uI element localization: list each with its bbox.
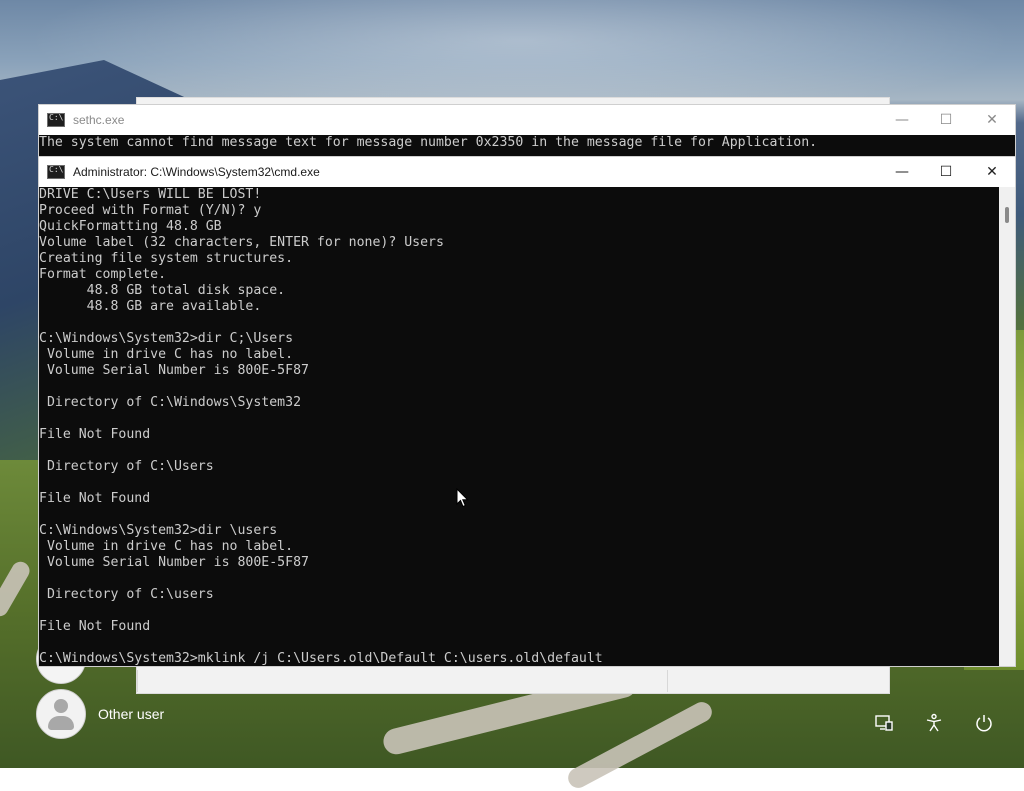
cmd-titlebar[interactable]: Administrator: C:\Windows\System32\cmd.e… xyxy=(39,157,1015,187)
console-line: Proceed with Format (Y/N)? y xyxy=(39,203,262,218)
accessibility-icon[interactable] xyxy=(924,713,944,733)
console-line: C:\Windows\System32>mklink /j C:\Users.o… xyxy=(39,651,603,666)
console-line: Creating file system structures. xyxy=(39,251,294,266)
panel-segment xyxy=(667,670,798,692)
console-output[interactable]: DRIVE C:\Users WILL BE LOST! Proceed with… xyxy=(39,187,999,666)
console-line: File Not Found xyxy=(39,491,151,506)
console-line: Volume in drive C has no label. xyxy=(39,347,294,362)
console-line: C:\Windows\System32>dir \users xyxy=(39,523,278,538)
console-line: 48.8 GB total disk space. xyxy=(39,283,286,298)
maximize-button[interactable]: ☐ xyxy=(923,105,969,135)
sethc-titlebar[interactable]: sethc.exe — ☐ ✕ xyxy=(39,105,1015,135)
maximize-button[interactable]: ☐ xyxy=(923,157,969,187)
minimize-button[interactable]: — xyxy=(879,105,925,135)
console-line: Volume in drive C has no label. xyxy=(39,539,294,554)
minimize-button[interactable]: — xyxy=(879,157,925,187)
avatar-head xyxy=(54,699,68,713)
console-app-icon xyxy=(47,113,65,127)
window-title: sethc.exe xyxy=(73,113,125,127)
user-tile-other-user[interactable]: Other user xyxy=(36,689,164,739)
vertical-scrollbar[interactable] xyxy=(999,187,1015,666)
sethc-message: The system cannot find message text for … xyxy=(39,135,818,150)
system-tray xyxy=(874,713,994,733)
console-line: File Not Found xyxy=(39,619,151,634)
console-line: Directory of C:\Users xyxy=(39,459,214,474)
window-title: Administrator: C:\Windows\System32\cmd.e… xyxy=(73,165,320,179)
console-line: Format complete. xyxy=(39,267,167,282)
console-line: 48.8 GB are available. xyxy=(39,299,262,314)
console-line: Volume Serial Number is 800E-5F87 xyxy=(39,363,309,378)
console-line: C:\Windows\System32>dir C;\Users xyxy=(39,331,294,346)
close-button[interactable]: ✕ xyxy=(969,157,1015,187)
avatar-shoulders xyxy=(48,716,74,730)
console-line: Directory of C:\users xyxy=(39,587,214,602)
console-line: Directory of C:\Windows\System32 xyxy=(39,395,302,410)
avatar xyxy=(36,689,86,739)
scrollbar-thumb[interactable] xyxy=(1005,207,1009,223)
power-icon[interactable] xyxy=(974,713,994,733)
network-icon[interactable] xyxy=(874,713,894,733)
console-line: QuickFormatting 48.8 GB xyxy=(39,219,222,234)
console-line: Volume Serial Number is 800E-5F87 xyxy=(39,555,309,570)
close-button[interactable]: ✕ xyxy=(969,105,1015,135)
sethc-window[interactable]: sethc.exe — ☐ ✕ The system cannot find m… xyxy=(39,105,1015,165)
console-line: Volume label (32 characters, ENTER for n… xyxy=(39,235,444,250)
panel-segment xyxy=(137,670,668,692)
other-user-label: Other user xyxy=(98,706,165,722)
console-line: File Not Found xyxy=(39,427,151,442)
console-line: DRIVE C:\Users WILL BE LOST! xyxy=(39,187,262,202)
mouse-cursor-icon xyxy=(456,488,469,508)
cmd-window[interactable]: Administrator: C:\Windows\System32\cmd.e… xyxy=(39,157,1015,666)
console-app-icon xyxy=(47,165,65,179)
